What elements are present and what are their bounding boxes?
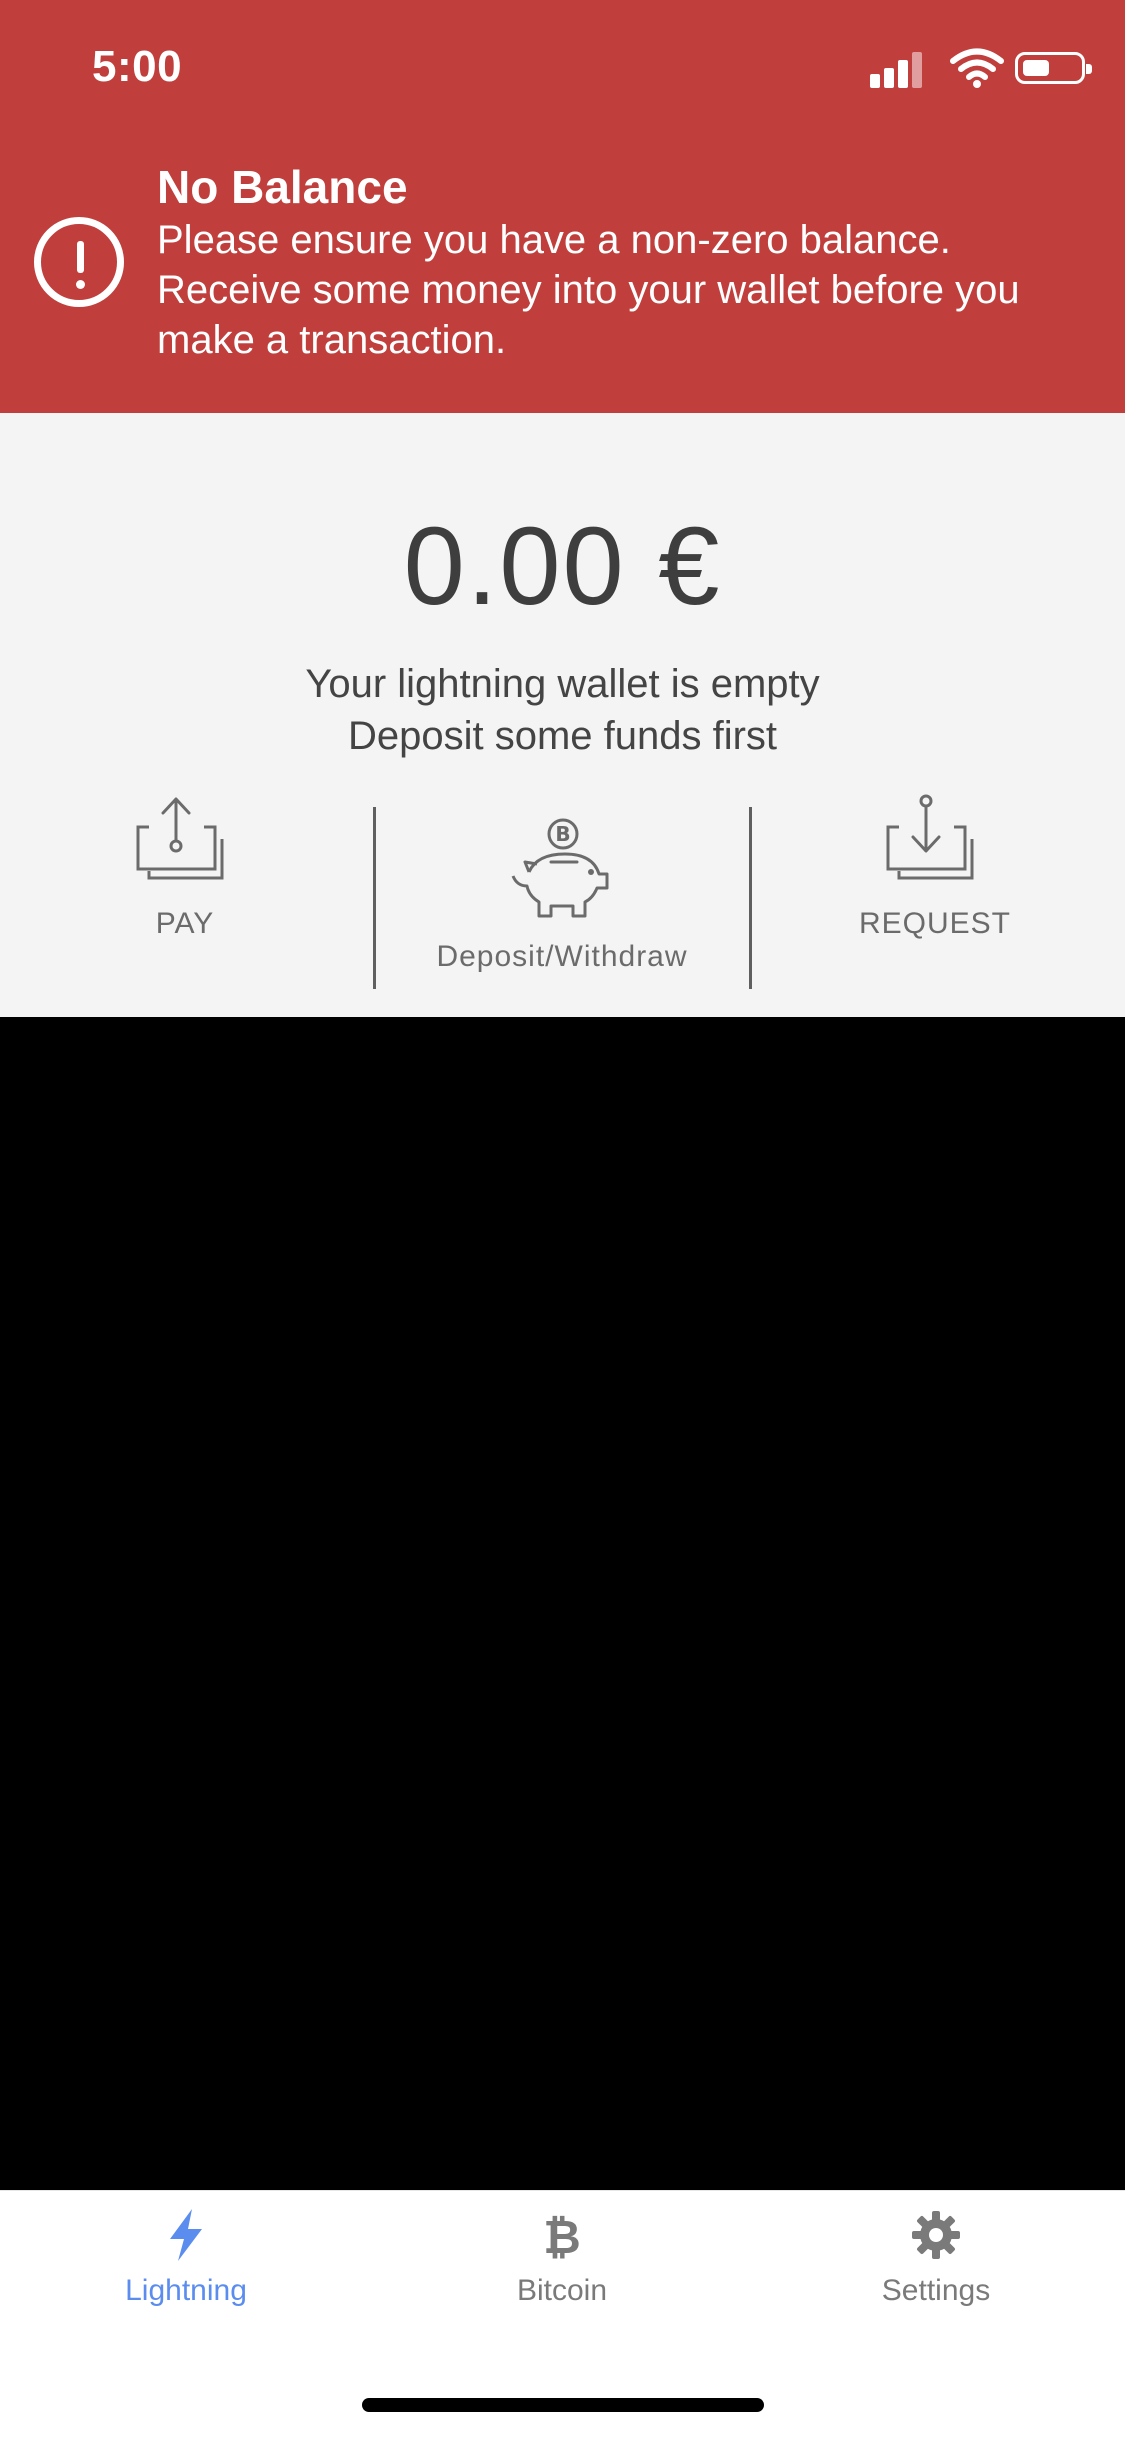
separator <box>749 807 752 989</box>
balance-panel: 0.00 € Your lightning wallet is empty De… <box>0 413 1125 1017</box>
empty-line-2: Deposit some funds first <box>347 714 778 758</box>
signal-bar <box>898 60 908 88</box>
upload-tray-icon <box>136 797 224 880</box>
empty-line-1: Your lightning wallet is empty <box>305 662 820 706</box>
wifi-icon <box>950 48 1004 88</box>
bitcoin-icon: ₿ <box>543 2210 581 2264</box>
home-indicator[interactable] <box>362 2398 764 2412</box>
battery-icon <box>1015 52 1092 84</box>
tab-settings[interactable]: Settings <box>786 2209 1086 2308</box>
signal-bar <box>870 74 880 88</box>
pay-button[interactable]: PAY <box>35 793 335 973</box>
tab-bitcoin-label: Bitcoin <box>516 2274 608 2307</box>
exclamation-circle-icon <box>34 217 124 307</box>
svg-text:B: B <box>555 822 570 846</box>
empty-wallet-message: Your lightning wallet is empty Deposit s… <box>0 658 1125 762</box>
alert-banner: 5:00 No Balance Please ensure you have a… <box>0 0 1125 413</box>
gear-icon <box>912 2211 960 2259</box>
separator <box>373 807 376 989</box>
request-label: REQUEST <box>858 907 1012 940</box>
signal-bar <box>884 68 894 88</box>
alert-title: No Balance <box>157 161 408 213</box>
deposit-withdraw-label: Deposit/Withdraw <box>436 940 688 973</box>
status-time: 5:00 <box>92 42 183 91</box>
lightning-icon <box>170 2209 202 2261</box>
tab-lightning[interactable]: Lightning <box>36 2209 336 2308</box>
piggy-bank-bitcoin-icon: B <box>511 818 609 918</box>
download-tray-icon <box>886 794 974 880</box>
tab-settings-label: Settings <box>881 2274 991 2307</box>
svg-text:₿: ₿ <box>543 2210 581 2261</box>
request-button[interactable]: REQUEST <box>785 793 1085 973</box>
alert-message: Please ensure you have a non-zero balanc… <box>157 218 1020 362</box>
tab-bitcoin[interactable]: ₿ Bitcoin <box>412 2209 712 2308</box>
status-icons <box>870 48 1092 88</box>
balance-amount: 0.00 € <box>403 505 722 628</box>
signal-bar <box>912 52 922 88</box>
tab-lightning-label: Lightning <box>125 2274 247 2307</box>
pay-label: PAY <box>155 907 215 940</box>
deposit-withdraw-button[interactable]: B Deposit/Withdraw <box>404 818 720 998</box>
